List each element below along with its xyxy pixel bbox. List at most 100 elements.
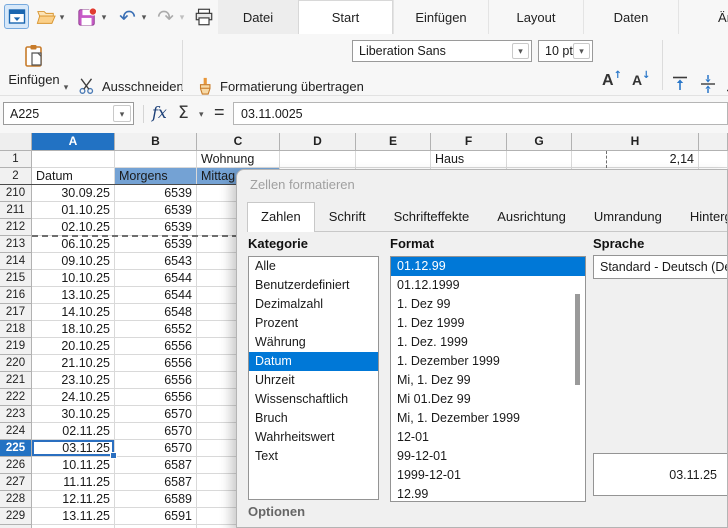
row-header[interactable]: 215 bbox=[0, 270, 32, 287]
sum-button[interactable]: Σ bbox=[178, 103, 189, 123]
value-cell[interactable]: 6539 bbox=[115, 185, 197, 202]
date-cell[interactable]: 14.10.25 bbox=[32, 304, 115, 321]
row-header[interactable]: 220 bbox=[0, 355, 32, 372]
date-cell[interactable]: 24.10.25 bbox=[32, 389, 115, 406]
open-button[interactable] bbox=[33, 4, 58, 29]
category-item[interactable]: Dezimalzahl bbox=[249, 295, 378, 314]
ribbon-tab[interactable]: Layout bbox=[488, 0, 583, 34]
format-item[interactable]: Mi 01.Dez 99 bbox=[391, 390, 585, 409]
value-cell[interactable]: 6591 bbox=[115, 508, 197, 525]
date-cell[interactable]: 09.10.25 bbox=[32, 253, 115, 270]
category-item[interactable]: Wahrheitswert bbox=[249, 428, 378, 447]
format-item[interactable]: 1999-12-01 bbox=[391, 466, 585, 485]
language-select[interactable]: Standard - Deutsch (Deuts bbox=[593, 255, 728, 279]
dialog-tab[interactable]: Umrandung bbox=[580, 202, 676, 231]
date-cell[interactable]: 30.10.25 bbox=[32, 406, 115, 423]
row-header[interactable]: 217 bbox=[0, 304, 32, 321]
date-cell[interactable]: 01.10.25 bbox=[32, 202, 115, 219]
cell-A2[interactable]: Datum bbox=[32, 168, 115, 185]
cell-E1[interactable] bbox=[356, 151, 431, 168]
cell-I1[interactable] bbox=[699, 151, 728, 168]
column-header[interactable]: A bbox=[32, 133, 115, 151]
column-header[interactable]: B bbox=[115, 133, 197, 151]
row-header[interactable]: 219 bbox=[0, 338, 32, 355]
date-cell[interactable]: 02.11.25 bbox=[32, 423, 115, 440]
value-cell[interactable]: 6570 bbox=[115, 406, 197, 423]
value-cell[interactable]: 6552 bbox=[115, 321, 197, 338]
clone-formatting-button[interactable]: Formatierung übertragen bbox=[196, 74, 364, 98]
value-cell[interactable]: 6570 bbox=[115, 440, 197, 457]
print-button[interactable] bbox=[191, 4, 216, 29]
cell-H1[interactable]: 2,14 bbox=[572, 151, 699, 168]
open-dropdown-icon[interactable]: ▾ bbox=[57, 12, 67, 23]
row-header[interactable]: 224 bbox=[0, 423, 32, 440]
row-header[interactable]: 229 bbox=[0, 508, 32, 525]
formula-input[interactable]: 03.11.0025 bbox=[233, 102, 728, 125]
paste-button[interactable]: Einfügen bbox=[8, 38, 60, 92]
row-header[interactable]: 228 bbox=[0, 491, 32, 508]
column-header[interactable]: C bbox=[197, 133, 280, 151]
column-header[interactable]: D bbox=[280, 133, 356, 151]
formula-button[interactable]: = bbox=[214, 102, 225, 123]
cell-B1[interactable] bbox=[115, 151, 197, 168]
row-header[interactable]: 214 bbox=[0, 253, 32, 270]
sum-dropdown-icon[interactable]: ▾ bbox=[199, 109, 204, 120]
row-header[interactable]: 212 bbox=[0, 219, 32, 236]
align-top-button[interactable] bbox=[670, 74, 690, 97]
row-header[interactable]: 1 bbox=[0, 151, 32, 168]
format-item[interactable]: Mi, 1. Dezember 1999 bbox=[391, 409, 585, 428]
date-cell[interactable]: 11.11.25 bbox=[32, 474, 115, 491]
category-item[interactable]: Währung bbox=[249, 333, 378, 352]
dialog-tab[interactable]: Zahlen bbox=[247, 202, 315, 232]
category-item[interactable]: Datum bbox=[249, 352, 378, 371]
value-cell[interactable]: 6556 bbox=[115, 355, 197, 372]
function-wizard-button[interactable]: fx bbox=[152, 103, 167, 122]
date-cell[interactable]: 06.10.25 bbox=[32, 236, 115, 253]
category-item[interactable]: Prozent bbox=[249, 314, 378, 333]
scrollbar-thumb[interactable] bbox=[575, 294, 580, 385]
font-name-select[interactable]: Liberation Sans ▾ bbox=[352, 40, 532, 62]
category-item[interactable]: Alle bbox=[249, 257, 378, 276]
ribbon-tab[interactable]: Daten bbox=[583, 0, 678, 34]
dialog-tab[interactable]: Schrifteffekte bbox=[380, 202, 484, 231]
category-item[interactable]: Uhrzeit bbox=[249, 371, 378, 390]
format-item[interactable]: 12.99 bbox=[391, 485, 585, 502]
category-item[interactable]: Benutzerdefiniert bbox=[249, 276, 378, 295]
date-cell[interactable]: 21.10.25 bbox=[32, 355, 115, 372]
ribbon-tab[interactable]: Datei bbox=[218, 0, 298, 34]
row-header[interactable]: 223 bbox=[0, 406, 32, 423]
date-cell[interactable]: 03.11.25 bbox=[32, 440, 115, 457]
align-bottom-button[interactable] bbox=[724, 74, 728, 97]
row-header[interactable]: 210 bbox=[0, 185, 32, 202]
format-item[interactable]: 01.12.1999 bbox=[391, 276, 585, 295]
value-cell[interactable]: 6539 bbox=[115, 202, 197, 219]
align-vertical-center-button[interactable] bbox=[698, 74, 718, 97]
value-cell[interactable]: 6556 bbox=[115, 372, 197, 389]
dialog-tab[interactable]: Ausrichtung bbox=[483, 202, 580, 231]
date-cell[interactable]: 13.10.25 bbox=[32, 287, 115, 304]
ribbon-tab[interactable]: Einfügen bbox=[393, 0, 488, 34]
row-header[interactable]: 221 bbox=[0, 372, 32, 389]
value-cell[interactable]: 6556 bbox=[115, 338, 197, 355]
undo-dropdown-icon[interactable]: ▾ bbox=[139, 12, 149, 23]
font-name-dropdown-icon[interactable]: ▾ bbox=[512, 43, 529, 59]
ribbon-tab[interactable]: Än bbox=[678, 0, 728, 34]
value-cell[interactable]: 6539 bbox=[115, 236, 197, 253]
cut-button[interactable]: Ausschneiden bbox=[78, 74, 184, 98]
column-header[interactable]: H bbox=[572, 133, 699, 151]
font-size-select[interactable]: 10 pt ▾ bbox=[538, 40, 593, 62]
cell-G1[interactable] bbox=[507, 151, 572, 168]
font-size-dropdown-icon[interactable]: ▾ bbox=[573, 43, 590, 59]
cell-F1[interactable]: Haus bbox=[431, 151, 507, 168]
select-all-corner[interactable] bbox=[0, 133, 32, 151]
row-header[interactable]: 2 bbox=[0, 168, 32, 185]
cell-D1[interactable] bbox=[280, 151, 356, 168]
grow-font-button[interactable]: A↑ bbox=[602, 72, 622, 96]
format-item[interactable]: 1. Dez 99 bbox=[391, 295, 585, 314]
row-header[interactable]: 222 bbox=[0, 389, 32, 406]
value-cell[interactable]: 6539 bbox=[115, 219, 197, 236]
row-header[interactable]: 213 bbox=[0, 236, 32, 253]
value-cell[interactable]: 6587 bbox=[115, 474, 197, 491]
dialog-tab[interactable]: Schrift bbox=[315, 202, 380, 231]
format-item[interactable]: 1. Dez 1999 bbox=[391, 314, 585, 333]
